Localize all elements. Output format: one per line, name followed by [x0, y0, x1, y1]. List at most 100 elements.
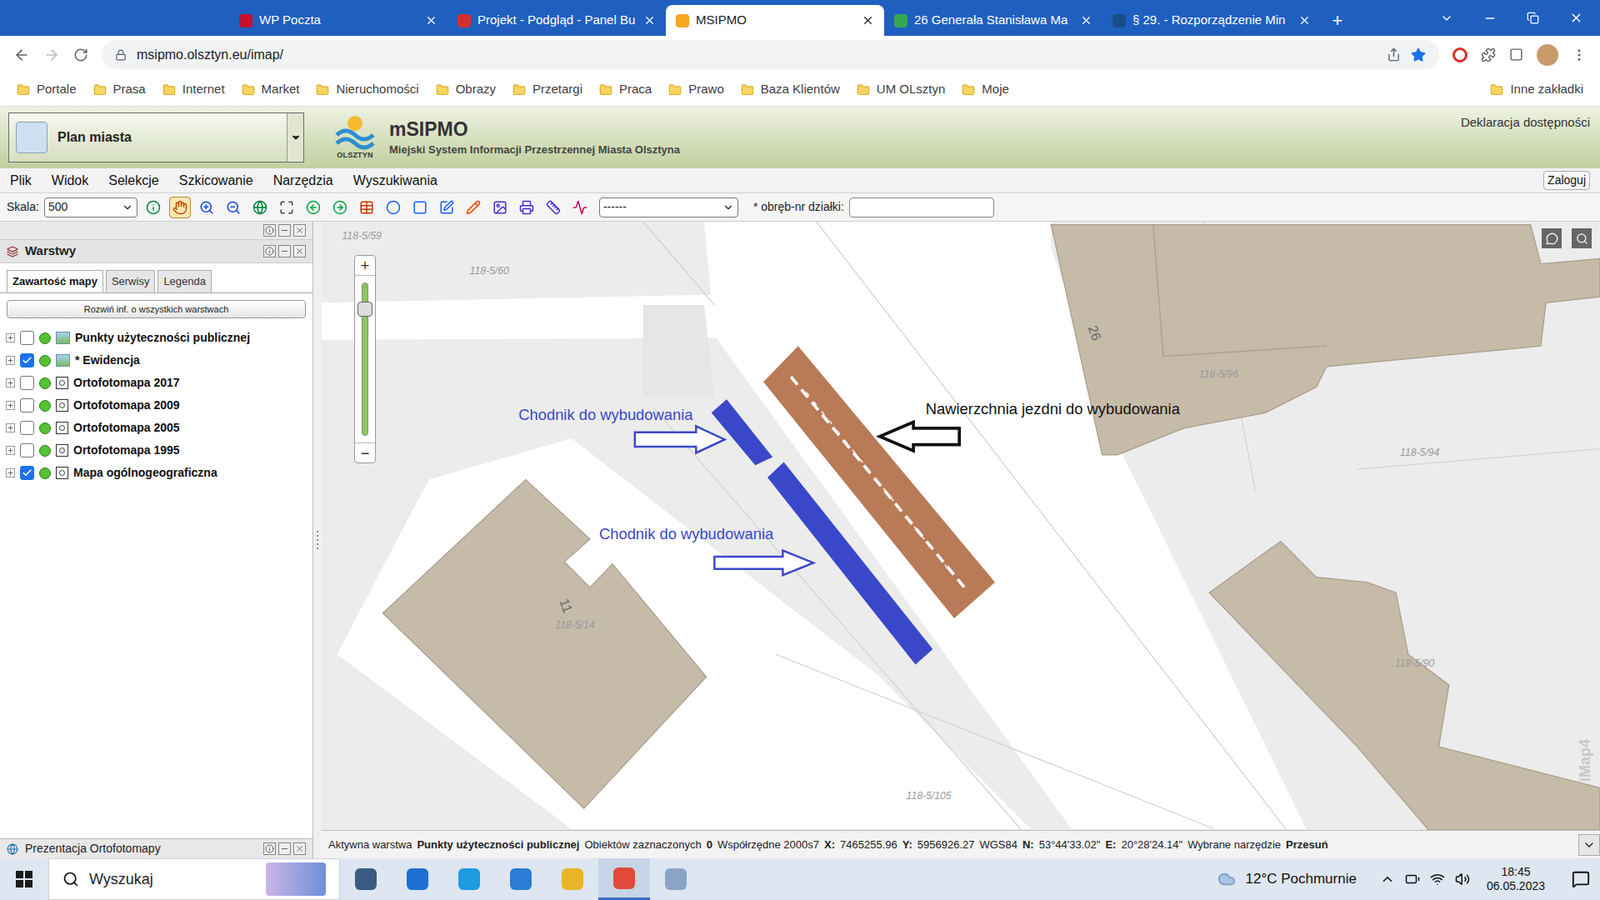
side-panel-icon[interactable] [1509, 47, 1524, 62]
layer-row[interactable]: Ortofotomapa 2009 [0, 394, 313, 417]
layer-row[interactable]: Ortofotomapa 2005 [0, 416, 313, 440]
panel-button[interactable] [263, 842, 276, 855]
orthophoto-panel-bar[interactable]: Prezentacja Ortofotomapy [0, 838, 313, 859]
layer-checkbox[interactable] [20, 465, 35, 480]
taskbar-app[interactable] [546, 858, 599, 900]
layer-checkbox[interactable] [20, 330, 35, 345]
parcel-input[interactable] [849, 197, 995, 218]
bookmark-folder[interactable]: Prawo [661, 76, 731, 103]
scale-select[interactable]: 500 [44, 197, 138, 218]
panel-tab[interactable]: Zawartość mapy [6, 270, 104, 293]
zoom-in-button[interactable]: + [355, 255, 375, 276]
tool-button[interactable] [302, 196, 325, 219]
menu-icon[interactable] [1571, 47, 1587, 63]
layer-select[interactable]: ------ [599, 197, 739, 218]
panel-button[interactable] [278, 245, 291, 258]
tool-button[interactable] [569, 196, 591, 219]
tool-button[interactable] [382, 196, 405, 219]
restore-icon[interactable] [1526, 11, 1540, 25]
menu-item[interactable]: Narzędzia [273, 170, 334, 191]
bookmark-folder[interactable]: Nieruchomości [309, 76, 425, 103]
view-select[interactable]: Plan miasta [8, 112, 305, 163]
expand-icon[interactable] [5, 423, 15, 433]
forward-icon[interactable] [43, 46, 60, 64]
bookmark-star-icon[interactable] [1410, 47, 1426, 63]
tool-button[interactable] [409, 196, 431, 219]
network-icon[interactable] [1430, 871, 1445, 887]
bookmark-folder[interactable]: Przetargi [505, 76, 590, 103]
panel-button[interactable] [263, 224, 276, 237]
panel-button[interactable] [278, 842, 291, 855]
close-icon[interactable] [1080, 14, 1093, 27]
status-toggle-button[interactable] [1578, 834, 1600, 856]
panel-button[interactable] [293, 842, 306, 855]
extensions-icon[interactable] [1480, 47, 1496, 63]
zoom-out-button[interactable]: − [355, 442, 375, 463]
share-icon[interactable] [1386, 47, 1401, 62]
volume-icon[interactable] [1455, 871, 1470, 887]
menu-item[interactable]: Selekcje [108, 170, 159, 191]
accessibility-link[interactable]: Deklaracja dostępności [1460, 106, 1590, 133]
browser-tab[interactable]: 26 Generała Stanisława Ma [884, 5, 1103, 36]
notifications-icon[interactable] [1571, 870, 1590, 889]
clock[interactable]: 18:4506.05.2023 [1480, 865, 1552, 895]
panel-button[interactable] [293, 224, 306, 237]
panel-button[interactable] [293, 245, 306, 258]
layer-checkbox[interactable] [20, 420, 35, 435]
tool-button[interactable] [275, 196, 298, 219]
expand-icon[interactable] [5, 355, 15, 365]
panel-button[interactable] [278, 224, 291, 237]
layer-checkbox[interactable] [20, 375, 35, 390]
new-tab-button[interactable]: + [1320, 5, 1355, 36]
tool-button[interactable] [169, 196, 191, 219]
bookmark-folder[interactable]: Praca [592, 76, 659, 103]
weather-text[interactable]: 12°C Pochmurnie [1245, 868, 1357, 890]
layer-row[interactable]: Ortofotomapa 1995 [0, 439, 313, 462]
layer-checkbox[interactable] [20, 398, 35, 413]
tray-expand-icon[interactable] [1380, 871, 1395, 887]
reload-icon[interactable] [73, 47, 89, 63]
menu-item[interactable]: Wyszukiwania [353, 170, 438, 191]
bookmark-folder[interactable]: UM OLsztyn [850, 76, 953, 103]
bookmark-folder[interactable]: Moje [955, 76, 1016, 103]
zoom-slider-track[interactable] [361, 282, 369, 436]
zoom-slider-thumb[interactable] [357, 301, 373, 317]
bookmark-folder[interactable]: Internet [155, 76, 232, 103]
taskbar-app[interactable] [495, 858, 547, 900]
bookmark-folder[interactable]: Portale [10, 76, 84, 103]
tab-search-icon[interactable] [1440, 11, 1454, 25]
panel-tab[interactable]: Legenda [157, 270, 212, 293]
taskbar-app[interactable] [443, 858, 495, 900]
tool-button[interactable] [195, 196, 218, 219]
close-icon[interactable] [425, 14, 438, 27]
tool-button[interactable] [542, 196, 565, 219]
tool-button[interactable] [515, 196, 538, 219]
taskbar-app[interactable] [650, 858, 702, 900]
comment-button[interactable] [1541, 228, 1562, 249]
bookmark-folder[interactable]: Baza Klientów [734, 76, 847, 103]
tool-button[interactable] [142, 196, 165, 219]
expand-icon[interactable] [5, 445, 15, 455]
layer-row[interactable]: * Ewidencja [0, 349, 313, 372]
taskbar-app[interactable] [340, 858, 392, 900]
tool-button[interactable] [249, 196, 271, 219]
extension-icon[interactable] [1452, 47, 1468, 63]
taskbar-app[interactable] [391, 858, 444, 900]
panel-button[interactable] [263, 245, 276, 258]
close-icon[interactable] [1298, 14, 1311, 27]
expand-icon[interactable] [5, 333, 15, 343]
expand-icon[interactable] [5, 378, 15, 388]
browser-tab[interactable]: WP Poczta [229, 5, 448, 36]
bookmark-folder[interactable]: Obrazy [429, 76, 503, 103]
url-field[interactable]: msipmo.olsztyn.eu/imap/ [101, 40, 1440, 70]
expand-all-button[interactable]: Rozwiń inf. o wszystkich warstwach [6, 300, 306, 320]
start-button[interactable] [0, 858, 49, 900]
browser-tab[interactable]: MSIPMO [665, 5, 885, 36]
layer-checkbox[interactable] [20, 353, 35, 368]
profile-avatar-icon[interactable] [1536, 44, 1559, 66]
bookmark-folder[interactable]: Prasa [86, 76, 153, 103]
tool-button[interactable] [489, 196, 511, 219]
tool-button[interactable] [222, 196, 245, 219]
map-canvas[interactable]: 118-5/59118-5/60118-5/96118-5/94118-5/14… [321, 221, 1600, 830]
layer-row[interactable]: Punkty użyteczności publicznej [0, 326, 313, 350]
